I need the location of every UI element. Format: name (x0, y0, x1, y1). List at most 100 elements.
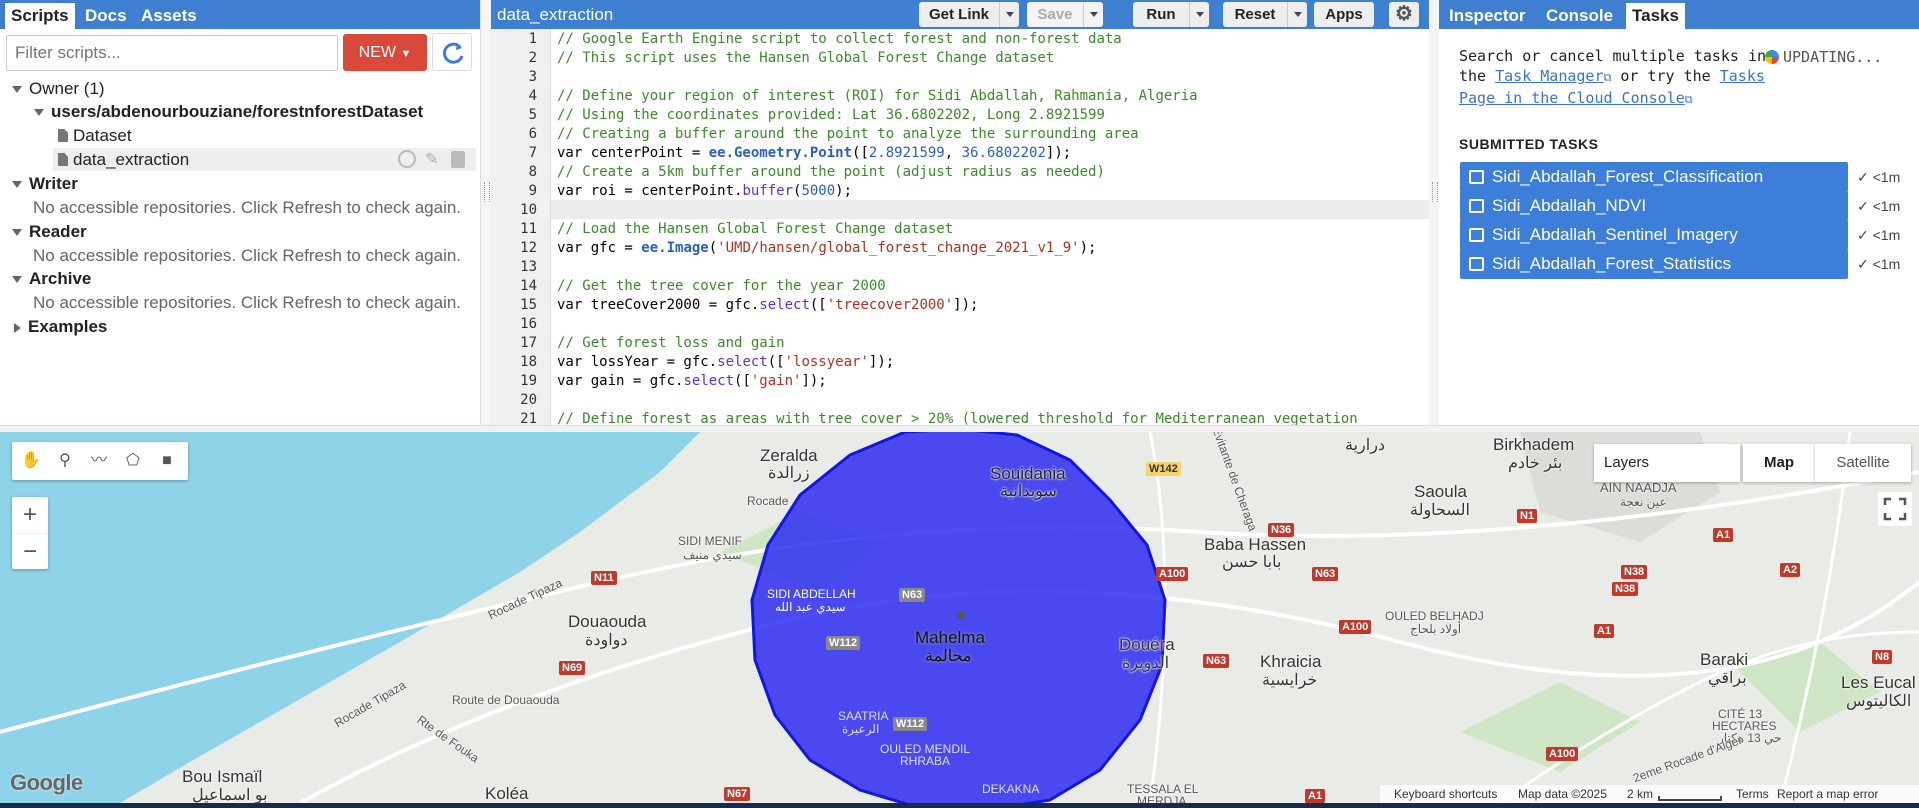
rectangle-icon[interactable]: ■ (150, 442, 184, 480)
tab-console[interactable]: Console (1540, 3, 1619, 29)
tree-repo[interactable]: users/abdenourbouziane/forestnforestData… (34, 102, 423, 122)
tab-tasks[interactable]: Tasks (1626, 3, 1685, 29)
tree-examples-label: Examples (28, 317, 108, 336)
code-line[interactable]: // Define your region of interest (ROI) … (557, 87, 1198, 106)
refresh-button[interactable] (432, 33, 472, 71)
right-splitter[interactable] (1429, 0, 1439, 430)
tree-reader[interactable]: Reader (12, 222, 87, 242)
task-manager-link[interactable]: Task Manager (1495, 67, 1603, 85)
task-name: Sidi_Abdallah_Forest_Classification (1492, 167, 1764, 186)
code-line[interactable]: // Get the tree cover for the year 2000 (557, 277, 886, 296)
code-line[interactable]: // This script uses the Hansen Global Fo… (557, 49, 1054, 68)
left-splitter[interactable] (481, 0, 491, 430)
code-line[interactable]: var gain = gfc.select(['gain']); (557, 372, 827, 391)
code-token: // Load the Hansen Global Forest Change … (557, 221, 954, 237)
tab-docs[interactable]: Docs (79, 3, 133, 29)
line-number: 19 (520, 373, 537, 389)
reset-label: Reset (1234, 6, 1276, 23)
chevron-right-icon (14, 322, 21, 333)
reset-button[interactable]: Reset (1223, 2, 1307, 27)
map-splitter[interactable] (0, 425, 1919, 432)
task-item[interactable]: Sidi_Abdallah_Forest_Classification (1460, 162, 1848, 192)
map-label-douaouda-ar: دواودة (585, 632, 628, 649)
layers-button[interactable]: Layers (1594, 444, 1740, 482)
tab-assets[interactable]: Assets (135, 3, 203, 29)
map-label-rhraba: RHRABA (900, 754, 951, 768)
save-button[interactable]: Save (1027, 2, 1103, 27)
check-icon: ✓ (1857, 227, 1873, 243)
map-label-les-eucal-ar: الكاليتوس (1846, 693, 1912, 710)
line-number: 18 (520, 354, 537, 370)
road-shield: A100 (1546, 747, 1579, 761)
history-icon[interactable] (398, 150, 416, 168)
code-token: , (944, 145, 962, 161)
chevron-down-icon: ▼ (400, 48, 412, 60)
code-line[interactable]: // Create a 5km buffer around the point … (557, 163, 1105, 182)
code-line[interactable]: // Load the Hansen Global Forest Change … (557, 220, 953, 239)
new-button[interactable]: NEW ▼ (343, 34, 427, 71)
editor-filename: data_extraction (497, 5, 614, 24)
cloud-console-link[interactable]: Page in the Cloud Console (1459, 89, 1685, 107)
selected-file-row[interactable]: data_extraction ✎ (53, 148, 476, 171)
code-line[interactable]: // Get forest loss and gain (557, 334, 785, 353)
task-item[interactable]: Sidi_Abdallah_Forest_Statistics (1460, 249, 1848, 279)
task-item[interactable]: Sidi_Abdallah_Sentinel_Imagery (1460, 220, 1848, 250)
delete-icon[interactable] (451, 151, 465, 168)
marker-icon[interactable]: ⚲ (48, 442, 82, 480)
tree-repo-label: users/abdenourbouziane/forestnforestData… (51, 102, 424, 121)
zoom-out-button[interactable]: − (12, 533, 48, 569)
code-line[interactable]: var centerPoint = ee.Geometry.Point([2.8… (557, 144, 1071, 163)
apps-button[interactable]: Apps (1314, 2, 1374, 27)
line-icon[interactable]: 〰 (82, 442, 116, 480)
code-line[interactable]: var treeCover2000 = gfc.select(['treecov… (557, 296, 978, 315)
code-line[interactable]: var gfc = ee.Image('UMD/hansen/global_fo… (557, 239, 1096, 258)
msg-text: Search or cancel multiple tasks in (1459, 47, 1767, 65)
fullscreen-button[interactable] (1878, 492, 1912, 526)
keyboard-shortcuts-link[interactable]: Keyboard shortcuts (1394, 785, 1497, 803)
tab-inspector[interactable]: Inspector (1443, 3, 1532, 29)
code-line[interactable]: // Creating a buffer around the point to… (557, 125, 1139, 144)
image-icon (1469, 170, 1484, 184)
run-button[interactable]: Run (1133, 2, 1209, 27)
tree-file-dataset[interactable]: Dataset (58, 126, 132, 146)
tree-file-data-extraction[interactable]: data_extraction (58, 150, 189, 170)
polygon-icon[interactable]: ⬠ (116, 442, 150, 480)
tree-owner[interactable]: Owner (1) (12, 79, 105, 99)
tree-examples[interactable]: Examples (14, 317, 107, 337)
code-line[interactable]: // Using the coordinates provided: Lat 3… (557, 106, 1105, 125)
road-shield: N63 (899, 588, 926, 602)
chevron-down-icon[interactable] (999, 2, 1019, 27)
updating-status: UPDATING... (1765, 47, 1882, 67)
map-label-saatria-ar: الرعيرة (842, 722, 880, 736)
settings-button[interactable]: ⚙ (1389, 2, 1419, 27)
report-map-error-link[interactable]: Report a map error (1777, 785, 1878, 803)
map-type-map-button[interactable]: Map (1743, 444, 1815, 482)
edit-icon[interactable]: ✎ (425, 149, 438, 169)
zoom-in-button[interactable]: + (12, 497, 48, 533)
code-line[interactable]: var lossYear = gfc.select(['lossyear']); (557, 353, 894, 372)
chevron-down-icon[interactable] (1287, 2, 1307, 27)
tree-writer[interactable]: Writer (12, 174, 78, 194)
task-item[interactable]: Sidi_Abdallah_NDVI (1460, 191, 1848, 221)
road-shield: N8 (1872, 650, 1893, 664)
code-line[interactable]: var roi = centerPoint.buffer(5000); (557, 182, 852, 201)
chevron-down-icon[interactable] (1083, 2, 1103, 27)
road-shield: N69 (559, 661, 586, 675)
map-type-satellite-button[interactable]: Satellite (1815, 444, 1911, 482)
file-icon (58, 153, 68, 166)
get-link-button[interactable]: Get Link (919, 2, 1019, 27)
chevron-down-icon[interactable] (1189, 2, 1209, 27)
pan-hand-icon[interactable]: ✋ (14, 442, 48, 480)
code-token: ([ (734, 373, 751, 389)
code-line[interactable]: // Google Earth Engine script to collect… (557, 30, 1122, 49)
line-number: 8 (528, 164, 537, 180)
terms-link[interactable]: Terms (1736, 785, 1769, 803)
map-view[interactable]: Zeralda زرالدة Souidania سويدانية Birkha… (0, 432, 1919, 803)
tasks-link[interactable]: Tasks (1720, 67, 1765, 85)
map-label-rocade-short: Rocade (747, 494, 789, 508)
image-icon (1469, 199, 1484, 213)
tree-archive[interactable]: Archive (12, 269, 91, 289)
map-label-douera: Douéra (1119, 635, 1175, 654)
tab-scripts[interactable]: Scripts (5, 3, 75, 29)
filter-scripts-input[interactable] (6, 35, 338, 71)
